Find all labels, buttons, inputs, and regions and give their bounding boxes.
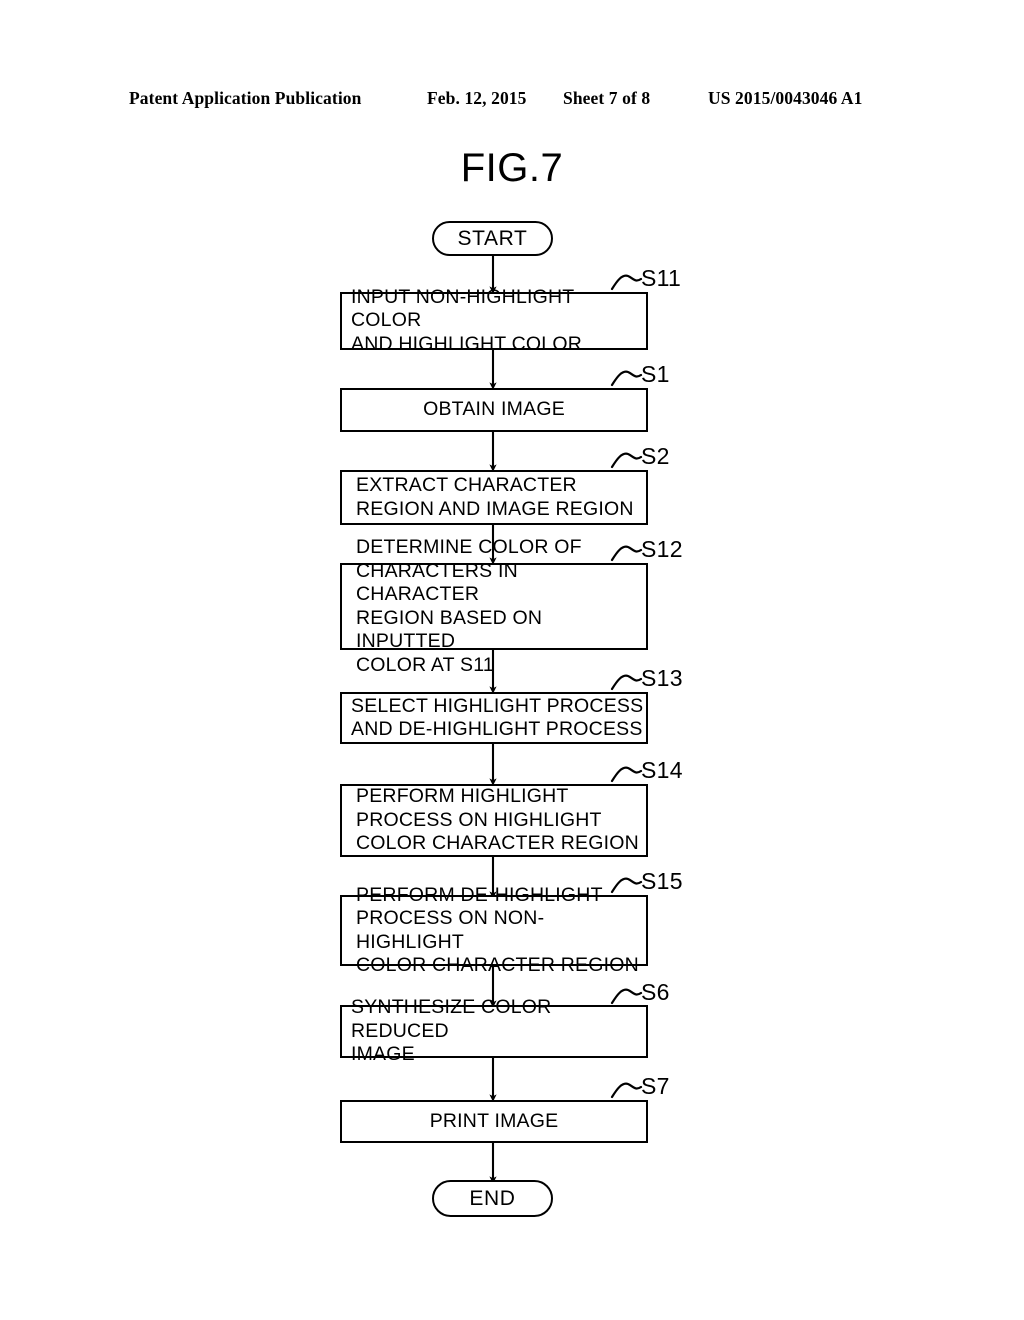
step-label-s12: S12 [641, 536, 683, 562]
process-box-s12[interactable]: DETERMINE COLOR OF CHARACTERS IN CHARACT… [340, 536, 648, 676]
step-label-s14: S14 [641, 757, 683, 783]
step-label-s15: S15 [641, 868, 683, 894]
process-box-s14-text: PERFORM HIGHLIGHT PROCESS ON HIGHLIGHT C… [356, 785, 639, 855]
process-box-s1-text: OBTAIN IMAGE [423, 398, 565, 421]
terminal-start-label: START [457, 226, 528, 250]
terminal-start[interactable]: START [432, 221, 553, 256]
process-box-s6[interactable]: SYNTHESIZE COLOR REDUCED IMAGE [340, 996, 648, 1065]
step-label-s13: S13 [641, 665, 683, 691]
process-box-s7[interactable]: PRINT IMAGE [340, 1100, 648, 1143]
process-box-s13-text: SELECT HIGHLIGHT PROCESS AND DE-HIGHLIGH… [351, 694, 644, 741]
terminal-end[interactable]: END [432, 1180, 553, 1217]
process-box-s11[interactable]: INPUT NON-HIGHLIGHT COLOR AND HIGHLIGHT … [340, 286, 648, 355]
process-box-s7-text: PRINT IMAGE [429, 1109, 559, 1132]
process-box-s2[interactable]: EXTRACT CHARACTER REGION AND IMAGE REGIO… [340, 470, 648, 525]
process-box-s15-text: PERFORM DE-HIGHLIGHT PROCESS ON NON-HIGH… [356, 883, 639, 977]
process-box-s11-text: INPUT NON-HIGHLIGHT COLOR AND HIGHLIGHT … [351, 285, 582, 355]
step-label-s1: S1 [641, 361, 670, 387]
step-label-s7: S7 [641, 1073, 670, 1099]
process-box-s12-text: DETERMINE COLOR OF CHARACTERS IN CHARACT… [356, 536, 582, 676]
process-box-s6-text: SYNTHESIZE COLOR REDUCED IMAGE [351, 996, 552, 1066]
step-label-s11: S11 [641, 265, 682, 291]
process-box-s13[interactable]: SELECT HIGHLIGHT PROCESS AND DE-HIGHLIGH… [340, 692, 648, 744]
process-box-s1[interactable]: OBTAIN IMAGE [340, 388, 648, 432]
process-box-s2-text: EXTRACT CHARACTER REGION AND IMAGE REGIO… [356, 474, 634, 520]
process-box-s15[interactable]: PERFORM DE-HIGHLIGHT PROCESS ON NON-HIGH… [340, 884, 648, 976]
step-label-s6: S6 [641, 979, 670, 1005]
step-label-s2: S2 [641, 443, 670, 469]
process-box-s14[interactable]: PERFORM HIGHLIGHT PROCESS ON HIGHLIGHT C… [340, 784, 648, 857]
terminal-end-label: END [469, 1186, 516, 1210]
